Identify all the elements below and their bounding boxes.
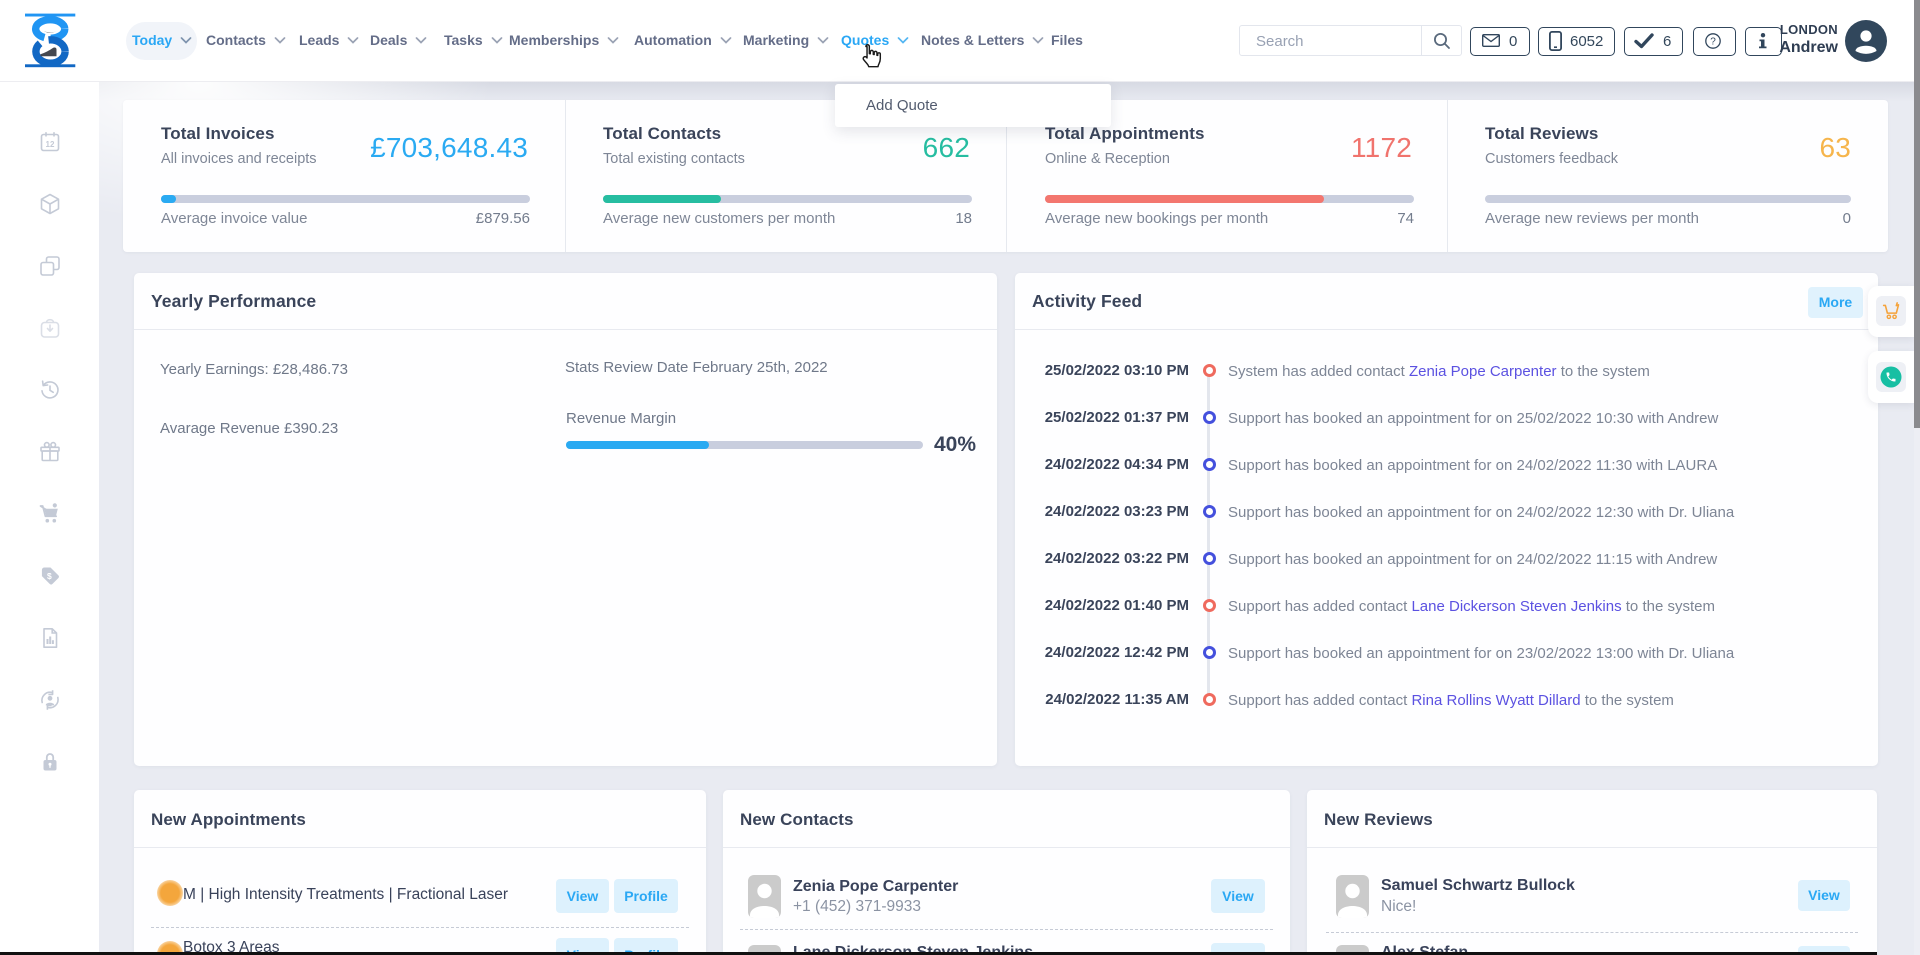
svg-text:?: ? <box>1710 36 1716 47</box>
svg-text:12: 12 <box>46 140 55 149</box>
svg-text:$: $ <box>47 571 52 581</box>
